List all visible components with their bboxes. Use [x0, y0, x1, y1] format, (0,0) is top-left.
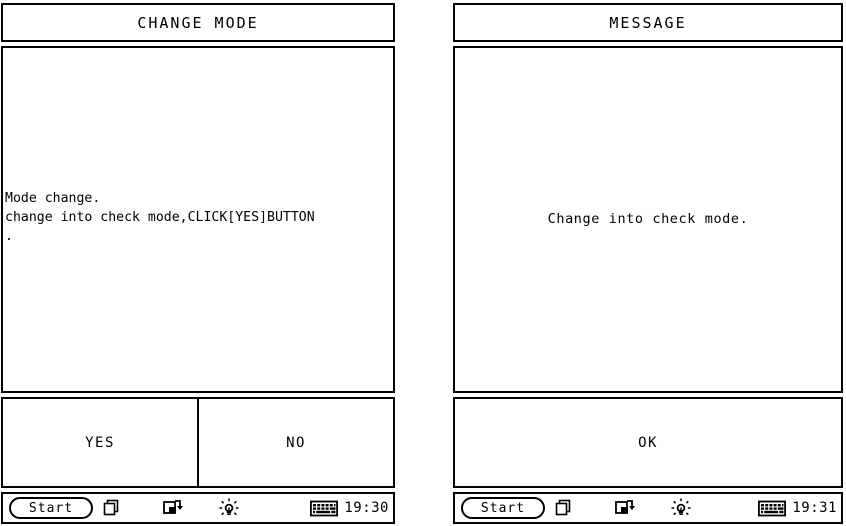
button-bar: OK [453, 397, 843, 488]
taskbar: Start [1, 492, 395, 524]
start-button[interactable]: Start [9, 497, 93, 519]
page-title: CHANGE MODE [137, 13, 259, 32]
ok-button-label: OK [638, 434, 658, 451]
clock-time: 19:31 [792, 500, 837, 516]
ok-button[interactable]: OK [455, 399, 841, 486]
titlebar: CHANGE MODE [1, 3, 395, 42]
content-panel: Mode change. change into check mode,CLIC… [1, 46, 395, 393]
clock-time: 19:30 [344, 500, 389, 516]
start-button-label: Start [28, 500, 74, 516]
switch-task-icon[interactable] [615, 499, 635, 517]
message-text: Change into check mode. [547, 211, 749, 227]
titlebar: MESSAGE [453, 3, 843, 42]
message-screen: MESSAGE Change into check mode. OK Start [452, 0, 844, 526]
switch-task-icon[interactable] [163, 499, 183, 517]
keyboard-icon[interactable] [310, 500, 339, 517]
yes-button[interactable]: YES [3, 399, 197, 486]
page-title: MESSAGE [609, 13, 687, 32]
button-bar: YES NO [1, 397, 395, 488]
yes-button-label: YES [85, 434, 115, 451]
no-button-label: NO [286, 434, 306, 451]
content-panel: Change into check mode. [453, 46, 843, 393]
start-button-label: Start [480, 500, 526, 516]
keyboard-icon[interactable] [758, 500, 787, 517]
windows-cascade-icon[interactable] [103, 499, 121, 517]
brightness-icon[interactable] [219, 498, 239, 518]
brightness-icon[interactable] [671, 498, 691, 518]
windows-cascade-icon[interactable] [555, 499, 573, 517]
change-mode-screen: CHANGE MODE Mode change. change into che… [0, 0, 396, 526]
start-button[interactable]: Start [461, 497, 545, 519]
taskbar: Start [453, 492, 843, 524]
message-text: Mode change. change into check mode,CLIC… [5, 191, 315, 244]
no-button[interactable]: NO [197, 399, 393, 486]
